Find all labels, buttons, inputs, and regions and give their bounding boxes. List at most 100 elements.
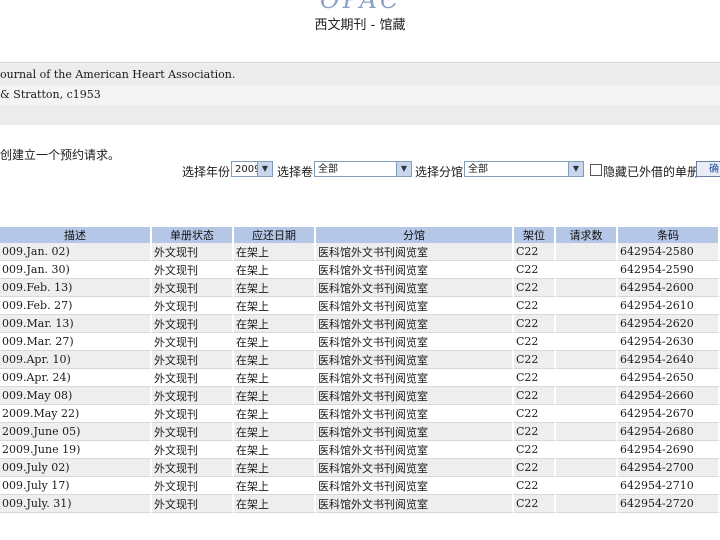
record-info-box: ournal of the American Heart Association… <box>0 62 720 125</box>
item-description[interactable]: 009.July 02) <box>0 459 152 477</box>
year-select[interactable]: 2009 ▼ <box>231 161 273 177</box>
item-description[interactable]: 009.Apr. 24) <box>0 369 152 387</box>
item-barcode: 642954-2700 <box>618 459 720 477</box>
item-status: 外文现刊 <box>152 477 234 495</box>
item-description[interactable]: 009.May 08) <box>0 387 152 405</box>
page-title: 西文期刊 - 馆藏 <box>314 18 406 33</box>
table-row[interactable]: 2009.June 05) 外文现刊 在架上 医科馆外文书刊阅览室 C22 642954-… <box>0 423 720 441</box>
table-row[interactable]: 009.July 17) 外文现刊 在架上 医科馆外文书刊阅览室 C22 642954-2… <box>0 477 720 495</box>
item-status: 外文现刊 <box>152 423 234 441</box>
table-row[interactable]: 009.May 08) 外文现刊 在架上 医科馆外文书刊阅览室 C22 642954-26… <box>0 387 720 405</box>
item-due-date: 在架上 <box>234 333 316 351</box>
item-shelf: C22 <box>514 297 556 315</box>
table-row[interactable]: 009.July. 31) 外文现刊 在架上 医科馆外文书刊阅览室 C22 642954-… <box>0 495 720 513</box>
item-description[interactable]: 009.July 17) <box>0 477 152 495</box>
item-branch: 医科馆外文书刊阅览室 <box>316 441 514 459</box>
item-shelf: C22 <box>514 477 556 495</box>
item-status: 外文现刊 <box>152 333 234 351</box>
column-header-shelf[interactable]: 架位 <box>514 227 556 243</box>
item-due-date: 在架上 <box>234 477 316 495</box>
item-barcode: 642954-2690 <box>618 441 720 459</box>
record-publisher-line: & Stratton, c1953 <box>0 85 720 105</box>
item-due-date: 在架上 <box>234 369 316 387</box>
item-description[interactable]: 2009.June 05) <box>0 423 152 441</box>
table-row[interactable]: 009.Mar. 27) 外文现刊 在架上 医科馆外文书刊阅览室 C22 642954-2… <box>0 333 720 351</box>
item-description[interactable]: 009.Feb. 13) <box>0 279 152 297</box>
item-requests <box>556 441 618 459</box>
item-status: 外文现刊 <box>152 459 234 477</box>
item-requests <box>556 369 618 387</box>
hide-checked-out-checkbox[interactable] <box>590 164 602 176</box>
table-row[interactable]: 009.Jan. 02) 外文现刊 在架上 医科馆外文书刊阅览室 C22 642954-2… <box>0 243 720 261</box>
column-header-requests[interactable]: 请求数 <box>556 227 618 243</box>
item-barcode: 642954-2680 <box>618 423 720 441</box>
item-status: 外文现刊 <box>152 243 234 261</box>
item-description[interactable]: 009.July. 31) <box>0 495 152 513</box>
item-due-date: 在架上 <box>234 423 316 441</box>
table-row[interactable]: 009.Apr. 24) 外文现刊 在架上 医科馆外文书刊阅览室 C22 642954-2… <box>0 369 720 387</box>
item-barcode: 642954-2610 <box>618 297 720 315</box>
item-shelf: C22 <box>514 351 556 369</box>
item-description[interactable]: 009.Apr. 10) <box>0 351 152 369</box>
chevron-down-icon: ▼ <box>396 162 411 176</box>
item-branch: 医科馆外文书刊阅览室 <box>316 477 514 495</box>
item-requests <box>556 387 618 405</box>
item-due-date: 在架上 <box>234 297 316 315</box>
item-requests <box>556 351 618 369</box>
filter-bar: 选择年份 2009 ▼ 选择卷 全部 ▼ 选择分馆 全部 ▼ 隐藏已外借的单册 … <box>0 160 720 182</box>
item-branch: 医科馆外文书刊阅览室 <box>316 387 514 405</box>
item-branch: 医科馆外文书刊阅览室 <box>316 423 514 441</box>
column-header-description[interactable]: 描述 <box>0 227 152 243</box>
hide-checked-out-label: 隐藏已外借的单册 <box>603 165 700 179</box>
item-due-date: 在架上 <box>234 495 316 513</box>
table-row[interactable]: 009.Apr. 10) 外文现刊 在架上 医科馆外文书刊阅览室 C22 642954-2… <box>0 351 720 369</box>
volume-select-value: 全部 <box>318 164 338 175</box>
column-header-barcode[interactable]: 条码 <box>618 227 720 243</box>
item-description[interactable]: 009.Jan. 02) <box>0 243 152 261</box>
opac-logo-fragment: OPAC <box>320 0 402 14</box>
item-shelf: C22 <box>514 387 556 405</box>
item-due-date: 在架上 <box>234 279 316 297</box>
item-shelf: C22 <box>514 441 556 459</box>
item-branch: 医科馆外文书刊阅览室 <box>316 495 514 513</box>
column-header-branch[interactable]: 分馆 <box>316 227 514 243</box>
volume-select[interactable]: 全部 ▼ <box>314 161 412 177</box>
item-branch: 医科馆外文书刊阅览室 <box>316 279 514 297</box>
item-status: 外文现刊 <box>152 369 234 387</box>
item-branch: 医科馆外文书刊阅览室 <box>316 243 514 261</box>
item-shelf: C22 <box>514 495 556 513</box>
item-description[interactable]: 009.Mar. 13) <box>0 315 152 333</box>
table-row[interactable]: 009.Feb. 27) 外文现刊 在架上 医科馆外文书刊阅览室 C22 642954-2… <box>0 297 720 315</box>
item-requests <box>556 243 618 261</box>
item-description[interactable]: 009.Mar. 27) <box>0 333 152 351</box>
item-description[interactable]: 009.Jan. 30) <box>0 261 152 279</box>
column-header-due-date[interactable]: 应还日期 <box>234 227 316 243</box>
item-branch: 医科馆外文书刊阅览室 <box>316 369 514 387</box>
chevron-down-icon: ▼ <box>257 162 272 176</box>
item-description[interactable]: 2009.May 22) <box>0 405 152 423</box>
table-row[interactable]: 009.July 02) 外文现刊 在架上 医科馆外文书刊阅览室 C22 642954-2… <box>0 459 720 477</box>
item-due-date: 在架上 <box>234 405 316 423</box>
item-barcode: 642954-2630 <box>618 333 720 351</box>
item-requests <box>556 279 618 297</box>
year-label: 选择年份 <box>182 165 231 179</box>
item-description[interactable]: 009.Feb. 27) <box>0 297 152 315</box>
item-barcode: 642954-2670 <box>618 405 720 423</box>
item-description[interactable]: 2009.June 19) <box>0 441 152 459</box>
item-branch: 医科馆外文书刊阅览室 <box>316 315 514 333</box>
item-branch: 医科馆外文书刊阅览室 <box>316 297 514 315</box>
item-shelf: C22 <box>514 261 556 279</box>
column-header-status[interactable]: 单册状态 <box>152 227 234 243</box>
table-row[interactable]: 009.Jan. 30) 外文现刊 在架上 医科馆外文书刊阅览室 C22 642954-2… <box>0 261 720 279</box>
branch-select[interactable]: 全部 ▼ <box>464 161 584 177</box>
go-button[interactable]: 确 <box>696 161 720 177</box>
table-row[interactable]: 009.Mar. 13) 外文现刊 在架上 医科馆外文书刊阅览室 C22 642954-2… <box>0 315 720 333</box>
item-barcode: 642954-2650 <box>618 369 720 387</box>
table-row[interactable]: 009.Feb. 13) 外文现刊 在架上 医科馆外文书刊阅览室 C22 642954-2… <box>0 279 720 297</box>
item-requests <box>556 261 618 279</box>
table-row[interactable]: 2009.May 22) 外文现刊 在架上 医科馆外文书刊阅览室 C22 642954-2… <box>0 405 720 423</box>
item-shelf: C22 <box>514 315 556 333</box>
item-status: 外文现刊 <box>152 495 234 513</box>
record-title-line: ournal of the American Heart Association… <box>0 65 720 85</box>
table-row[interactable]: 2009.June 19) 外文现刊 在架上 医科馆外文书刊阅览室 C22 642954-… <box>0 441 720 459</box>
